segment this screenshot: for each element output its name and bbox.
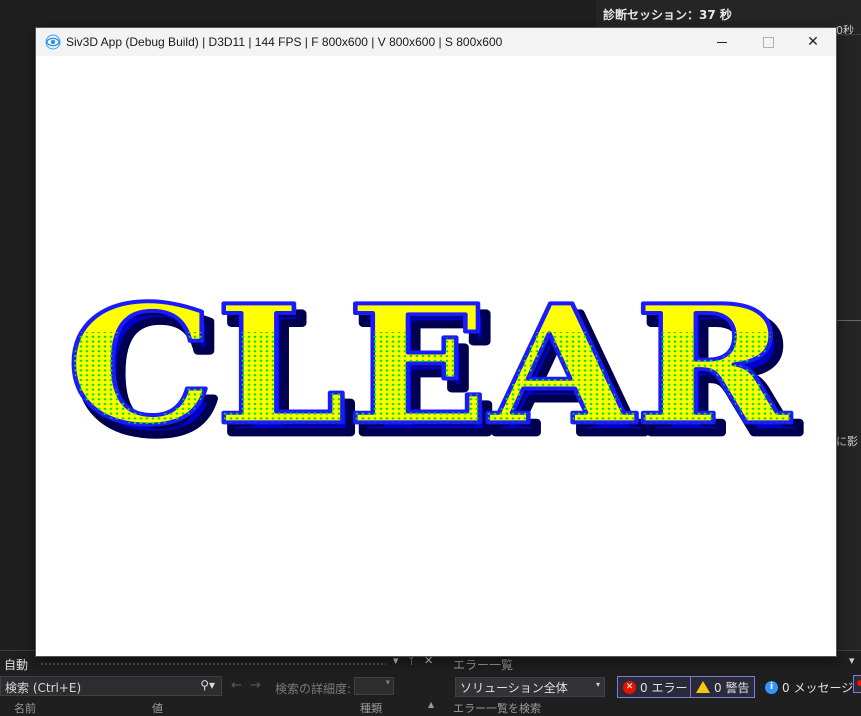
maximize-button[interactable] — [745, 28, 791, 56]
column-header-value[interactable]: 値 — [152, 700, 163, 716]
maximize-icon — [762, 36, 774, 48]
error-icon: ✕ — [623, 680, 636, 694]
app-title: Siv3D App (Debug Build) | D3D11 | 144 FP… — [66, 35, 503, 49]
search-nav: ← → — [231, 678, 261, 693]
minimize-icon — [717, 41, 727, 43]
diagnostic-text-fragment: に影 — [836, 435, 858, 448]
column-header-type[interactable]: 種類 — [360, 700, 382, 716]
close-button[interactable]: ✕ — [790, 28, 836, 56]
autos-column-headers: 名前 値 種類 — [0, 700, 440, 715]
diagnostic-session-title: 診断セッション：37 秒 — [603, 8, 732, 22]
error-list-column-headers: エラー一覧を検索 — [453, 702, 541, 715]
minimize-button[interactable] — [699, 28, 745, 56]
clear-text: CLEAR CLEAR CLEAR — [64, 267, 804, 475]
panel-menu-button[interactable]: ▾ — [849, 654, 855, 667]
errors-count-label: 0 エラー — [640, 680, 688, 695]
back-arrow-icon[interactable]: ← — [231, 678, 242, 693]
errors-filter-button[interactable]: ✕ 0 エラー — [617, 676, 694, 698]
warnings-count-label: 0 警告 — [714, 680, 750, 695]
autos-search-box[interactable]: ⚲▾ — [0, 676, 222, 697]
info-icon: i — [765, 680, 778, 694]
search-icon[interactable]: ⚲▾ — [200, 678, 215, 692]
messages-filter-button[interactable]: i 0 メッセージ — [760, 676, 858, 698]
panel-grip[interactable] — [40, 662, 386, 666]
error-scope-value: ソリューション全体 — [460, 681, 568, 695]
app-title-bar[interactable]: Siv3D App (Debug Build) | D3D11 | 144 FP… — [36, 28, 836, 56]
messages-count-label: 0 メッセージ — [782, 680, 854, 695]
app-canvas[interactable]: CLEAR CLEAR CLEAR — [36, 56, 836, 656]
search-depth-label: 検索の詳細度: — [275, 682, 352, 696]
divider — [836, 320, 861, 321]
autos-panel-title: 自動 — [4, 658, 29, 672]
column-header-name[interactable]: 名前 — [14, 700, 36, 716]
close-icon: ✕ — [807, 34, 819, 50]
diagnostic-timeline-label: 0秒 — [836, 24, 854, 37]
error-list-title: エラー一覧 — [453, 658, 514, 672]
error-badge-icon[interactable] — [853, 675, 861, 693]
clear-text-graphic: CLEAR CLEAR CLEAR — [64, 267, 804, 475]
error-scope-dropdown[interactable]: ソリューション全体 ▾ — [455, 677, 605, 697]
error-list-panel: エラー一覧 ▾ ソリューション全体 ▾ ✕ 0 エラー 0 警告 i 0 メッセ… — [447, 650, 861, 715]
forward-arrow-icon[interactable]: → — [250, 678, 261, 693]
search-depth-select[interactable]: ▾ — [354, 677, 394, 695]
autos-panel: 自動 ▾ ᛘ ✕ ⚲▾ ← → 検索の詳細度: ▾ 名前 値 種類 ▲ — [0, 650, 440, 715]
siv3d-app-window[interactable]: Siv3D App (Debug Build) | D3D11 | 144 FP… — [36, 28, 836, 656]
search-input[interactable] — [1, 678, 194, 697]
chevron-down-icon: ▾ — [595, 680, 600, 689]
warning-icon — [696, 681, 710, 693]
warnings-filter-button[interactable]: 0 警告 — [690, 676, 756, 698]
siv3d-eye-icon — [45, 34, 61, 50]
bottom-panels: 自動 ▾ ᛘ ✕ ⚲▾ ← → 検索の詳細度: ▾ 名前 値 種類 ▲ エラー一… — [0, 650, 861, 715]
